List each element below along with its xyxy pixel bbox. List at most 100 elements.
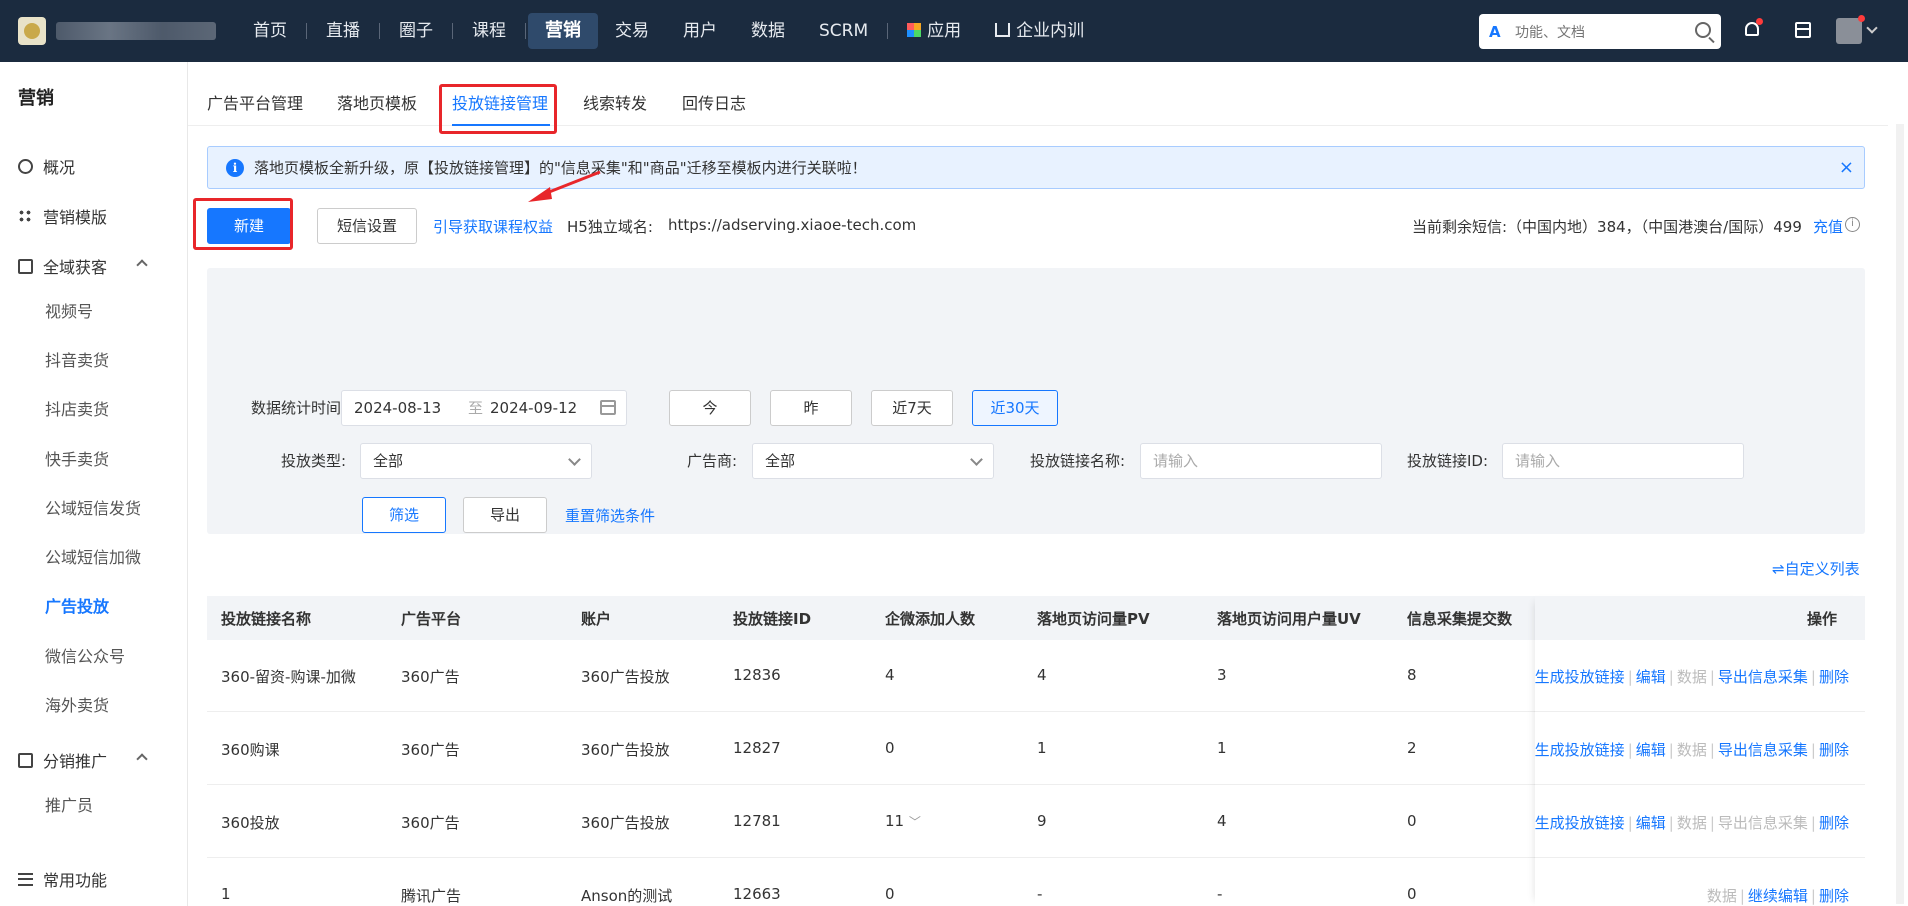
- app-logo[interactable]: [18, 17, 46, 45]
- custom-columns-link[interactable]: ⇌自定义列表: [1772, 558, 1860, 579]
- chevron-down-icon: [568, 453, 581, 466]
- tab-lead-forward[interactable]: 线索转发: [583, 90, 647, 114]
- search-input[interactable]: [1515, 23, 1685, 40]
- nav-course[interactable]: 课程: [455, 13, 523, 49]
- sidebar: 营销 概况 营销模版 全域获客 视频号 抖音卖货 抖店卖货 快手卖货 公域短信发…: [0, 62, 188, 906]
- sidebar-sub-kuaishou[interactable]: 快手卖货: [45, 446, 109, 470]
- sidebar-item-acquire[interactable]: 全域获客: [18, 254, 168, 278]
- sidebar-item-distribution[interactable]: 分销推广: [18, 748, 168, 772]
- tab-landing-template[interactable]: 落地页模板: [337, 90, 417, 114]
- cell-name: 1: [221, 885, 231, 903]
- tab-ad-platform[interactable]: 广告平台管理: [207, 90, 303, 114]
- sidebar-item-common[interactable]: 常用功能: [18, 867, 107, 891]
- cell-wecom: 4: [885, 666, 895, 684]
- quick-today-button[interactable]: 今: [669, 390, 751, 426]
- sidebar-item-overview[interactable]: 概况: [18, 154, 75, 178]
- fixed-ops-column: [1535, 596, 1865, 906]
- cell-account: 360广告投放: [581, 741, 670, 759]
- filter-button[interactable]: 筛选: [362, 497, 446, 533]
- sidebar-item-label: 全域获客: [43, 258, 108, 277]
- cell-link-id: 12663: [733, 885, 781, 903]
- nav-apps[interactable]: 应用: [890, 13, 978, 49]
- sidebar-sub-wechat-oa[interactable]: 微信公众号: [45, 643, 125, 667]
- quick-yesterday-button[interactable]: 昨: [770, 390, 852, 426]
- nav-circle[interactable]: 圈子: [382, 13, 450, 49]
- avatar-dot: [1858, 15, 1865, 22]
- cell-wecom: 0: [885, 739, 895, 757]
- sidebar-title: 营销: [18, 88, 54, 109]
- sidebar-sub-douyin[interactable]: 抖音卖货: [45, 347, 109, 371]
- cell-platform: 360广告: [401, 814, 460, 832]
- nav-users[interactable]: 用户: [666, 13, 734, 49]
- col-account: 账户: [581, 610, 612, 628]
- nav-marketing[interactable]: 营销: [528, 13, 598, 49]
- cell-wecom[interactable]: 11 ﹀: [885, 812, 921, 830]
- advertiser-select[interactable]: 全部: [752, 443, 994, 479]
- link-name-label: 投放链接名称:: [1030, 452, 1126, 470]
- date-label: 数据统计时间:: [251, 399, 347, 417]
- export-button[interactable]: 导出: [463, 497, 547, 533]
- recharge-link[interactable]: 充值: [1813, 216, 1843, 237]
- sidebar-sub-sms-ship[interactable]: 公域短信发货: [45, 495, 141, 519]
- nav-training[interactable]: 企业内训: [978, 13, 1101, 49]
- highlight-box-tab: [439, 84, 557, 134]
- nav-divider: [306, 23, 307, 39]
- tab-callback-log[interactable]: 回传日志: [682, 90, 746, 114]
- advertiser-value: 全部: [765, 452, 796, 470]
- vertical-scrollbar[interactable]: [1896, 124, 1904, 904]
- quick-7days-button[interactable]: 近7天: [871, 390, 953, 426]
- focus-icon: [18, 258, 33, 274]
- quick-30days-button[interactable]: 近30天: [972, 390, 1058, 426]
- global-search[interactable]: A: [1479, 14, 1721, 49]
- main-nav: 首页 直播 圈子 课程 营销 交易 用户 数据 SCRM 应用 企业内训: [236, 0, 1101, 62]
- sidebar-sub-sms-wecom[interactable]: 公域短信加微: [45, 544, 141, 568]
- date-start: 2024-08-13: [354, 399, 442, 417]
- cell-platform: 360广告: [401, 741, 460, 759]
- guide-link[interactable]: 引导获取课程权益: [433, 216, 553, 237]
- date-range-picker[interactable]: 2024-08-13 至 2024-09-12: [341, 390, 627, 426]
- sms-remaining: 当前剩余短信:（中国内地）384，（中国港澳台/国际）499: [1412, 218, 1802, 236]
- chevron-up-icon: [136, 753, 148, 765]
- sidebar-item-label: 营销模版: [43, 208, 108, 227]
- cell-platform: 360广告: [401, 668, 460, 686]
- cell-pv: 9: [1037, 812, 1047, 830]
- cell-collect: 8: [1407, 666, 1417, 684]
- bell-icon[interactable]: [1743, 18, 1763, 40]
- sidebar-item-label: 常用功能: [43, 871, 108, 890]
- app-root: 首页 直播 圈子 课程 营销 交易 用户 数据 SCRM 应用 企业内训 A 功…: [0, 0, 1908, 906]
- link-name-input[interactable]: 请输入: [1140, 443, 1382, 479]
- domain-value: https://adserving.xiaoe-tech.com: [668, 216, 917, 234]
- reset-filter-link[interactable]: 重置筛选条件: [565, 505, 655, 526]
- sidebar-item-template[interactable]: 营销模版: [18, 204, 107, 228]
- col-link-id: 投放链接ID: [733, 610, 812, 628]
- cell-account: 360广告投放: [581, 668, 670, 686]
- sms-settings-button[interactable]: 短信设置: [317, 208, 417, 244]
- link-id-input[interactable]: 请输入: [1502, 443, 1744, 479]
- col-wecom: 企微添加人数: [885, 610, 976, 628]
- col-pv: 落地页访问量PV: [1037, 610, 1150, 628]
- nav-data[interactable]: 数据: [734, 13, 802, 49]
- cell-name: 360投放: [221, 814, 280, 832]
- info-circle-icon[interactable]: i: [1845, 217, 1860, 232]
- chevron-down-icon[interactable]: [1866, 22, 1878, 34]
- sidebar-sub-channels[interactable]: 视频号: [45, 298, 93, 322]
- sidebar-sub-doudian[interactable]: 抖店卖货: [45, 396, 109, 420]
- search-icon[interactable]: [1695, 22, 1711, 38]
- chevron-down-icon: [970, 453, 983, 466]
- col-platform: 广告平台: [401, 610, 462, 628]
- nav-scrm[interactable]: SCRM: [802, 13, 885, 49]
- nav-live[interactable]: 直播: [309, 13, 377, 49]
- sliders-icon: ⇌: [1772, 560, 1785, 578]
- sidebar-sub-promoter[interactable]: 推广员: [45, 792, 93, 816]
- store-icon[interactable]: [1795, 22, 1811, 38]
- type-select[interactable]: 全部: [360, 443, 592, 479]
- nav-divider: [379, 23, 380, 39]
- close-icon[interactable]: ×: [1839, 157, 1854, 178]
- nav-home[interactable]: 首页: [236, 13, 304, 49]
- filter-panel: 数据统计时间: 2024-08-13 至 2024-09-12 今 昨 近7天 …: [207, 268, 1865, 534]
- sidebar-sub-ads[interactable]: 广告投放: [45, 593, 109, 617]
- avatar[interactable]: [1836, 15, 1865, 44]
- cell-uv: 3: [1217, 666, 1227, 684]
- sidebar-sub-overseas[interactable]: 海外卖货: [45, 692, 109, 716]
- nav-trade[interactable]: 交易: [598, 13, 666, 49]
